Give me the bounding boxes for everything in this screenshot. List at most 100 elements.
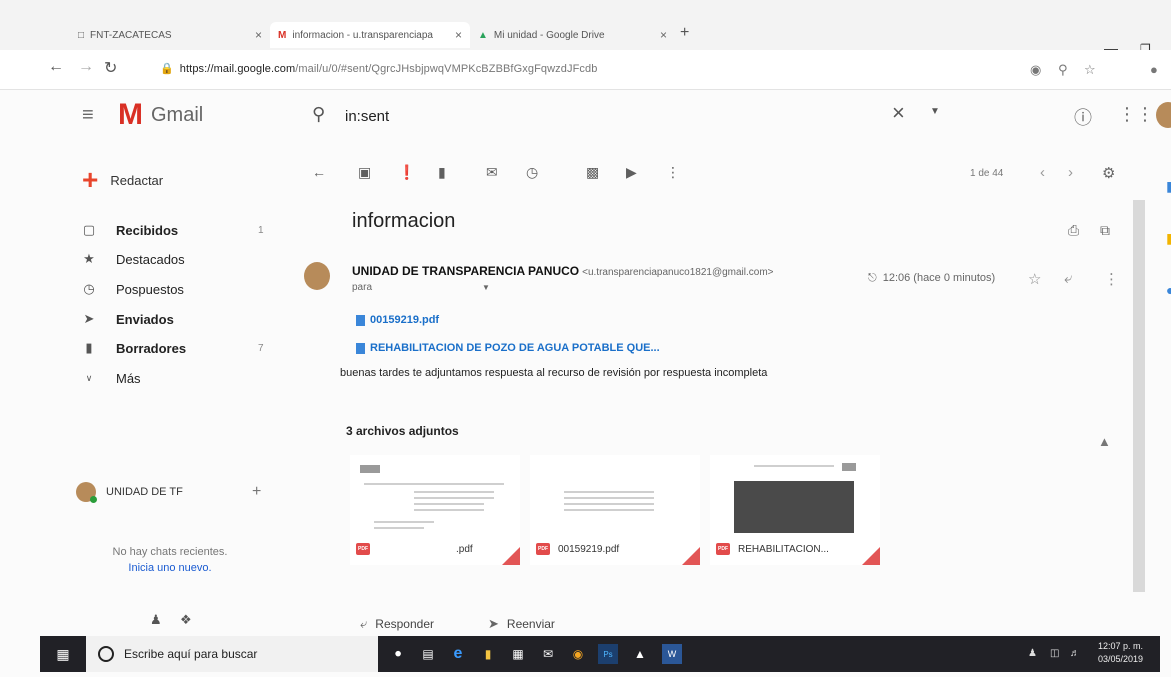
bookmark-star-icon[interactable]: ☆	[1084, 62, 1096, 78]
label-icon[interactable]: ▶	[626, 164, 637, 181]
store-icon[interactable]: ▦	[508, 644, 528, 664]
close-tab-icon[interactable]: ×	[455, 28, 462, 42]
attachment-card[interactable]: PDF .pdf	[350, 455, 520, 565]
tab-title: FNT-ZACATECAS	[90, 29, 172, 41]
menu-icon[interactable]: ≡	[82, 104, 94, 127]
tab-title: informacion - u.transparenciapa	[292, 29, 433, 41]
back-arrow-icon[interactable]: ←	[312, 164, 326, 180]
compose-button[interactable]: + Redactar	[72, 162, 173, 198]
sidebar-item-mas[interactable]: ∨ Más	[80, 366, 300, 390]
mark-unread-icon[interactable]: ✉	[486, 164, 498, 181]
browser-tab-gmail[interactable]: M informacion - u.transparenciapa ×	[270, 22, 470, 48]
attachment-card[interactable]: PDF REHABILITACION...	[710, 455, 880, 565]
open-new-window-icon[interactable]: ⧉	[1100, 222, 1110, 239]
keep-icon[interactable]: ▮	[1166, 230, 1171, 247]
profile-icon[interactable]: ●	[1150, 62, 1158, 77]
sidebar-item-pospuestos[interactable]: ◷ Pospuestos	[80, 277, 300, 301]
extension-icon[interactable]: ◉	[1030, 62, 1041, 78]
chevron-left-icon[interactable]: ‹	[1040, 164, 1045, 181]
add-chat-icon[interactable]: +	[252, 483, 261, 501]
reply-button[interactable]: ⤶ Responder	[360, 616, 434, 632]
trash-icon[interactable]: ▮	[438, 164, 446, 181]
mail-icon[interactable]: ✉	[538, 644, 558, 664]
sidebar-item-recibidos[interactable]: ▢ Recibidos 1	[80, 218, 300, 242]
volume-icon[interactable]: ♬	[1070, 648, 1080, 659]
microphone-icon[interactable]: ⚫	[388, 644, 408, 664]
lock-icon: 🔒	[160, 63, 174, 75]
recipient-line[interactable]: para ▼	[352, 282, 490, 293]
star-icon: ★	[83, 251, 95, 266]
reload-icon[interactable]: ↻	[104, 58, 117, 78]
attachment-link[interactable]: REHABILITACION DE POZO DE AGUA POTABLE Q…	[356, 342, 660, 354]
new-tab-button[interactable]: +	[680, 24, 689, 42]
person-icon[interactable]: ♟	[150, 612, 162, 628]
folder-icon[interactable]: ▮	[478, 644, 498, 664]
url-field[interactable]: 🔒 https://mail.google.com/mail/u/0/#sent/…	[160, 62, 597, 75]
browser-tab-fnt[interactable]: □ FNT-ZACATECAS ×	[70, 22, 270, 48]
gear-icon[interactable]: ⚙	[1102, 164, 1115, 182]
scrollbar[interactable]	[1133, 200, 1145, 592]
save-to-drive-icon[interactable]: ▲	[1098, 434, 1111, 449]
reply-icon[interactable]: ⤶	[1064, 270, 1072, 287]
close-tab-icon[interactable]: ×	[660, 28, 667, 42]
edge-icon[interactable]: e	[448, 644, 468, 664]
forward-button[interactable]: ➤ Reenviar	[488, 616, 555, 632]
browser-tab-drive[interactable]: ▲ Mi unidad - Google Drive ×	[470, 22, 675, 48]
task-view-icon[interactable]: ▤	[418, 644, 438, 664]
word-icon[interactable]: W	[662, 644, 682, 664]
attachment-link[interactable]: 00159219.pdf	[356, 314, 439, 326]
account-avatar[interactable]	[1156, 102, 1171, 128]
archive-icon[interactable]: ▣	[358, 164, 371, 181]
pdf-icon: PDF	[536, 543, 550, 555]
spam-icon[interactable]: ❗	[398, 164, 415, 181]
close-tab-icon[interactable]: ×	[255, 28, 262, 42]
pdf-icon: PDF	[716, 543, 730, 555]
hangouts-user[interactable]: UNIDAD DE TF +	[76, 480, 276, 504]
hangouts-icon[interactable]: ❖	[180, 612, 192, 628]
sidebar-item-enviados[interactable]: ➤ Enviados	[80, 307, 300, 331]
chrome-icon[interactable]: ◉	[568, 644, 588, 664]
print-icon[interactable]: ⎙	[1068, 222, 1079, 239]
sender-avatar	[304, 262, 330, 290]
apps-grid-icon[interactable]: ⋮⋮	[1118, 104, 1154, 125]
photos-icon[interactable]: ▲	[630, 644, 650, 664]
chevron-right-icon[interactable]: ›	[1068, 164, 1073, 181]
attachment-card[interactable]: PDF 00159219.pdf	[530, 455, 700, 565]
gmail-logo[interactable]: M Gmail	[118, 100, 203, 130]
zoom-icon[interactable]: ⚲	[1058, 62, 1068, 78]
back-icon[interactable]: ←	[48, 58, 64, 76]
search-icon[interactable]: ⚲	[312, 104, 325, 125]
page-corner-icon	[502, 547, 520, 565]
people-icon[interactable]: ♟	[1028, 648, 1037, 659]
system-clock[interactable]: 12:07 p. m. 03/05/2019	[1098, 640, 1143, 666]
clear-search-icon[interactable]: ×	[892, 100, 905, 126]
drive-icon: ▲	[478, 29, 488, 41]
star-icon[interactable]: ☆	[1028, 270, 1041, 288]
chevron-down-icon[interactable]: ▼	[482, 283, 490, 292]
chevron-down-icon: ∨	[85, 372, 93, 383]
tab-title: Mi unidad - Google Drive	[493, 29, 605, 41]
sidebar-item-destacados[interactable]: ★ Destacados	[80, 247, 300, 271]
page-icon: □	[78, 29, 85, 41]
snooze-icon[interactable]: ◷	[526, 164, 538, 181]
move-to-icon[interactable]: ▩	[586, 164, 599, 181]
calendar-icon[interactable]: ▮	[1166, 178, 1171, 195]
plus-icon: +	[82, 164, 99, 195]
photoshop-icon[interactable]: Ps	[598, 644, 618, 664]
forward-icon[interactable]: →	[78, 58, 94, 76]
more-vert-icon[interactable]: ⋮	[1104, 270, 1119, 288]
search-options-icon[interactable]: ▼	[930, 106, 940, 117]
tasks-icon[interactable]: ●	[1166, 282, 1171, 298]
help-icon[interactable]: ⓘ	[1074, 104, 1092, 130]
windows-start-button[interactable]: ▦	[40, 636, 86, 672]
more-vert-icon[interactable]: ⋮	[666, 164, 680, 181]
attachment-thumbnail	[354, 459, 516, 539]
inbox-icon: ▢	[82, 222, 96, 237]
taskbar-search[interactable]: Escribe aquí para buscar	[86, 636, 378, 672]
windows-taskbar: ▦ Escribe aquí para buscar ⚫ ▤ e ▮ ▦ ✉ ◉…	[40, 636, 1160, 672]
sidebar-item-borradores[interactable]: ▮ Borradores 7	[80, 336, 300, 360]
page-corner-icon	[682, 547, 700, 565]
start-chat-link[interactable]: Inicia uno nuevo.	[90, 560, 250, 576]
network-icon[interactable]: ◫	[1050, 648, 1059, 659]
search-input[interactable]	[345, 104, 875, 128]
